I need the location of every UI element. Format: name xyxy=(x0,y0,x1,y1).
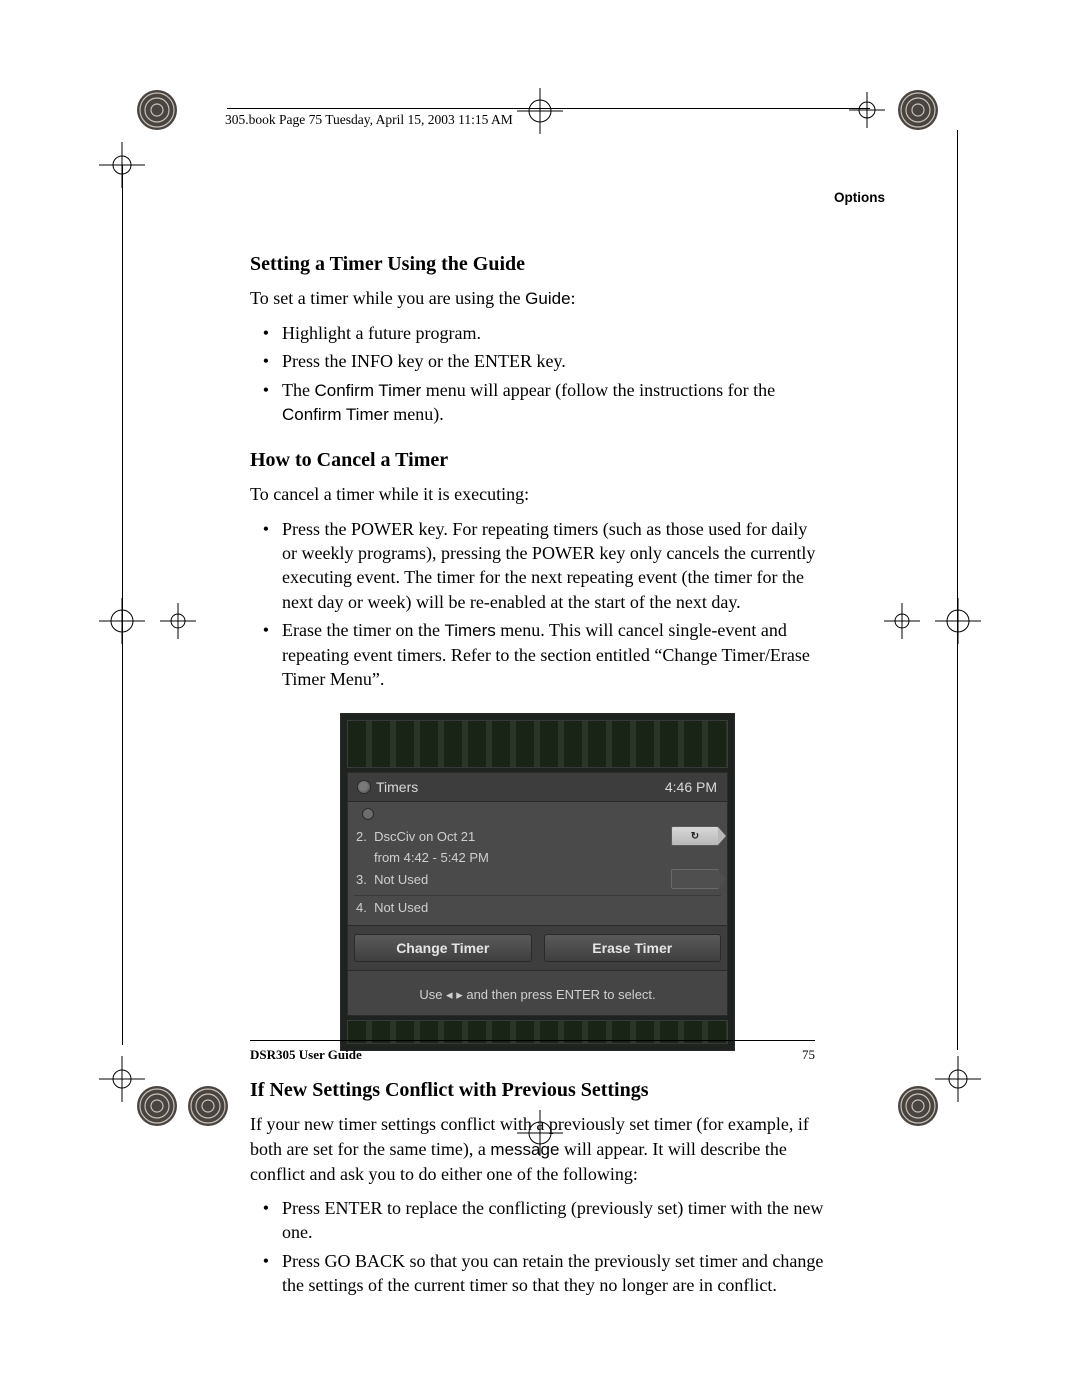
osd-button-row: Change Timer Erase Timer xyxy=(348,926,727,971)
crop-mark-mid-left-inner xyxy=(160,603,196,639)
text: The xyxy=(282,380,314,400)
ui-term: message xyxy=(490,1140,559,1159)
scroll-up-icon xyxy=(362,808,374,820)
registration-rosette-icon xyxy=(135,88,179,132)
ui-term: Guide xyxy=(525,289,570,308)
osd-titlebar: Timers 4:46 PM xyxy=(348,773,727,802)
bullet-list: Press ENTER to replace the conflicting (… xyxy=(250,1196,825,1297)
section-heading-conflict: If New Settings Conflict with Previous S… xyxy=(250,1079,825,1102)
timer-type-tag-empty xyxy=(671,869,719,889)
list-item: Highlight a future program. xyxy=(278,321,825,345)
registration-rosette-icon xyxy=(135,1084,179,1128)
osd-change-timer-button: Change Timer xyxy=(354,934,532,962)
text: menu). xyxy=(389,404,444,424)
osd-erase-timer-button: Erase Timer xyxy=(544,934,722,962)
text: menu will appear (follow the instruction… xyxy=(421,380,775,400)
list-item: The Confirm Timer menu will appear (foll… xyxy=(278,378,825,428)
text: To set a timer while you are using the xyxy=(250,288,525,308)
timers-osd-figure: Timers 4:46 PM 2. DscCiv on Oct 21 ↻ fro… xyxy=(340,713,735,1051)
crop-mark-top-right xyxy=(849,92,885,128)
content-column: Options Setting a Timer Using the Guide … xyxy=(250,190,825,1319)
list-item: Press the INFO key or the ENTER key. xyxy=(278,349,825,373)
list-item: Erase the timer on the Timers menu. This… xyxy=(278,618,825,692)
ui-term: Confirm Timer xyxy=(282,405,389,424)
list-item: Press GO BACK so that you can retain the… xyxy=(278,1249,825,1298)
paragraph: If your new timer settings conflict with… xyxy=(250,1112,825,1186)
timer-type-tag: ↻ xyxy=(671,826,719,846)
crop-mark-top-center xyxy=(517,88,563,134)
list-item: Press ENTER to replace the conflicting (… xyxy=(278,1196,825,1245)
book-meta-line: 305.book Page 75 Tuesday, April 15, 2003… xyxy=(225,112,513,128)
list-item: Press the POWER key. For repeating timer… xyxy=(278,517,825,614)
running-head: Options xyxy=(250,190,885,205)
text: Erase the timer on the xyxy=(282,620,444,640)
registration-rosette-icon xyxy=(186,1084,230,1128)
timer-row-3: 3. Not Used xyxy=(354,867,721,891)
bullet-list: Press the POWER key. For repeating timer… xyxy=(250,517,825,692)
footer-page-number: 75 xyxy=(802,1047,815,1063)
osd-video-background xyxy=(347,720,728,768)
osd-title: Timers xyxy=(358,779,418,795)
crop-rule-left xyxy=(122,165,123,1045)
osd-timer-list: 2. DscCiv on Oct 21 ↻ from 4:42 - 5:42 P… xyxy=(348,802,727,926)
ui-term: Timers xyxy=(444,621,495,640)
page-footer: DSR305 User Guide 75 xyxy=(250,1040,815,1063)
registration-rosette-icon xyxy=(896,1084,940,1128)
paragraph: To set a timer while you are using the G… xyxy=(250,286,825,311)
ui-term: Confirm Timer xyxy=(314,381,421,400)
crop-mark-bottom-right xyxy=(935,1056,981,1102)
bullet-list: Highlight a future program. Press the IN… xyxy=(250,321,825,427)
document-page: 305.book Page 75 Tuesday, April 15, 2003… xyxy=(0,0,1080,1397)
section-heading-cancel-timer: How to Cancel a Timer xyxy=(250,449,825,472)
osd-panel: Timers 4:46 PM 2. DscCiv on Oct 21 ↻ fro… xyxy=(347,772,728,1016)
clock-icon xyxy=(358,781,370,793)
osd-hint-bar: Use ◂ ▸ and then press ENTER to select. xyxy=(348,971,727,1015)
footer-doc-title: DSR305 User Guide xyxy=(250,1047,362,1063)
timer-row-4: 4. Not Used xyxy=(354,895,721,917)
osd-clock: 4:46 PM xyxy=(665,779,717,795)
registration-rosette-icon xyxy=(896,88,940,132)
timer-row-2-sub: from 4:42 - 5:42 PM xyxy=(354,848,721,867)
section-heading-setting-timer: Setting a Timer Using the Guide xyxy=(250,253,825,276)
timer-row-2: 2. DscCiv on Oct 21 ↻ xyxy=(354,824,721,848)
crop-mark-mid-right xyxy=(935,598,981,644)
crop-rule-right xyxy=(957,130,958,1050)
text: : xyxy=(571,288,576,308)
paragraph: To cancel a timer while it is executing: xyxy=(250,482,825,506)
crop-mark-mid-right-inner xyxy=(884,603,920,639)
